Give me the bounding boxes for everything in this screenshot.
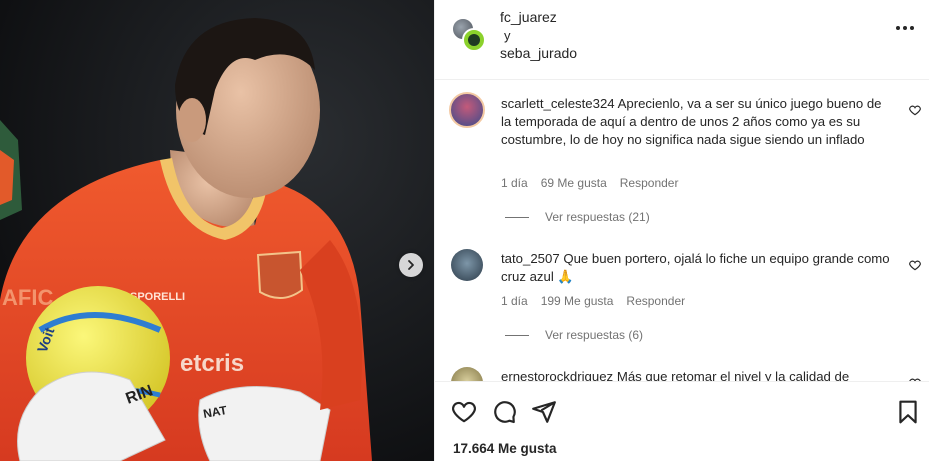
heart-icon[interactable] [451, 399, 477, 425]
sponsor-text: etcris [180, 350, 244, 377]
comment-username[interactable]: tato_2507 [501, 251, 560, 266]
comment-likes[interactable]: 69 Me gusta [541, 176, 607, 190]
commenter-avatar[interactable] [449, 92, 485, 128]
commenter-avatar[interactable] [451, 249, 483, 281]
comment-username[interactable]: ernestorockdriguez [501, 369, 613, 381]
reply-button[interactable]: Responder [620, 176, 679, 190]
post-actions: 17.664 Me gusta [435, 381, 929, 461]
comment-username[interactable]: scarlett_celeste324 [501, 96, 615, 111]
post-media[interactable]: etcris SPORELLI AFIC Voit RIN NAT [0, 0, 434, 461]
view-replies-label: Ver respuestas (6) [545, 328, 644, 342]
comment-text: Que buen portero, ojalá lo fiche un equi… [501, 251, 890, 284]
comment-text: Más que retomar el nivel y la calidad de [616, 369, 850, 381]
post-header: fc_juarez y seba_jurado [435, 0, 929, 80]
author-avatar-2[interactable] [462, 28, 486, 52]
comment-time[interactable]: 1 día [501, 176, 528, 190]
comments-list[interactable]: scarlett_celeste324 Aprecienlo, va a ser… [435, 81, 929, 381]
reply-button[interactable]: Responder [626, 294, 685, 308]
author-username-1[interactable]: fc_juarez [500, 9, 557, 25]
goalkeeper-photo: etcris SPORELLI AFIC Voit RIN NAT [0, 0, 434, 461]
post-likes-count[interactable]: 17.664 Me gusta [453, 441, 557, 456]
comment-likes[interactable]: 199 Me gusta [541, 294, 614, 308]
side-sponsor-text: AFIC [2, 285, 53, 310]
view-replies-button[interactable]: Ver respuestas (6) [505, 328, 643, 342]
next-image-button[interactable] [399, 253, 423, 277]
post-side-panel: fc_juarez y seba_jurado scarlett_celeste… [434, 0, 929, 461]
view-replies-button[interactable]: Ver respuestas (21) [505, 210, 650, 224]
commenter-avatar[interactable] [451, 367, 483, 381]
post-dialog: etcris SPORELLI AFIC Voit RIN NAT fc_jua… [0, 0, 929, 461]
more-icon [896, 26, 900, 30]
comment-icon[interactable] [491, 399, 517, 425]
comment-time[interactable]: 1 día [501, 294, 528, 308]
chevron-right-icon [408, 260, 414, 270]
author-username-2[interactable]: seba_jurado [500, 45, 577, 61]
club-crest-icon [468, 34, 480, 46]
author-conjunction: y [504, 28, 511, 43]
view-replies-label: Ver respuestas (21) [545, 210, 650, 224]
bookmark-icon[interactable] [895, 399, 921, 425]
more-options-button[interactable] [896, 26, 914, 30]
share-icon[interactable] [531, 399, 557, 425]
heart-icon[interactable] [908, 258, 922, 272]
heart-icon[interactable] [908, 103, 922, 117]
